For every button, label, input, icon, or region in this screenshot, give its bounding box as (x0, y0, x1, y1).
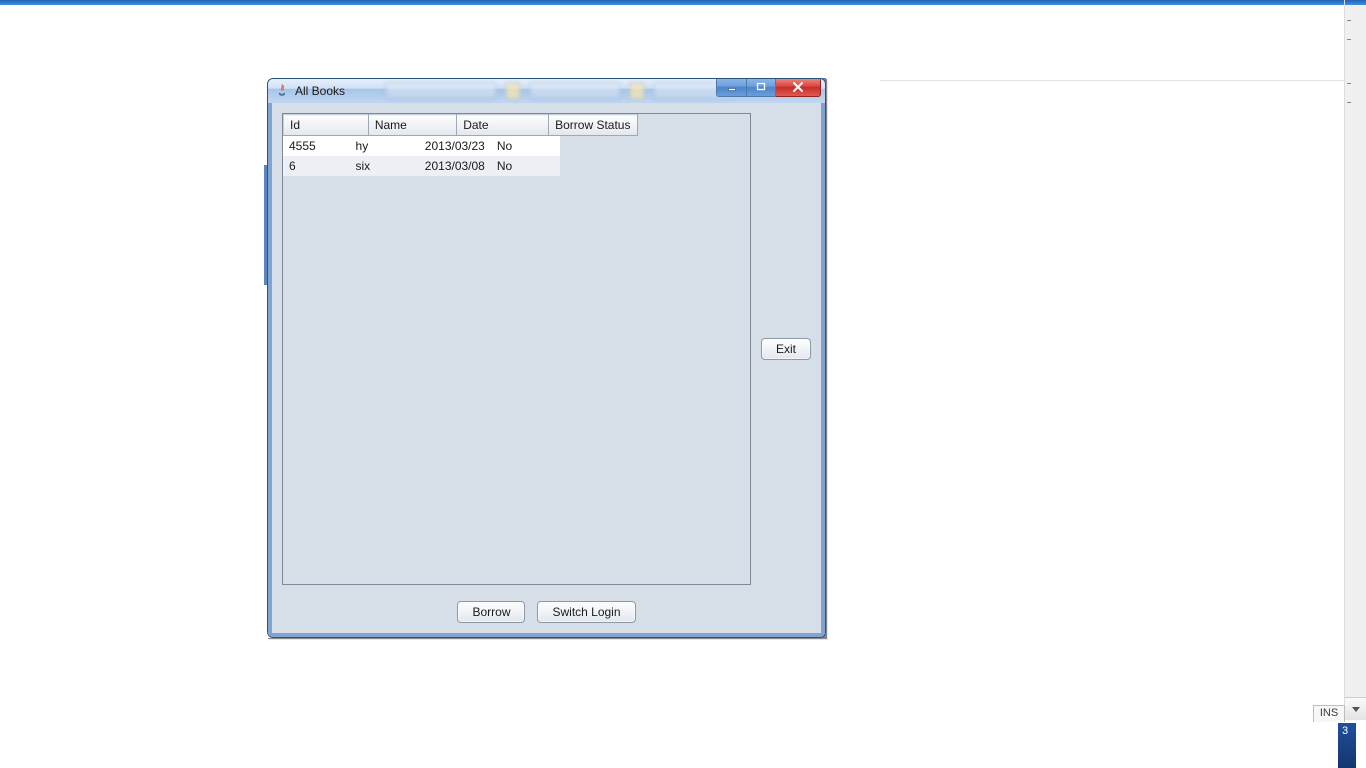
table-header-row: Id Name Date Borrow Status (284, 115, 638, 136)
taskbar-fragment: 3 (1338, 723, 1356, 768)
window-content: Id Name Date Borrow Status 4555 hy 2013/… (268, 103, 825, 637)
column-header-name[interactable]: Name (368, 115, 456, 136)
borrow-button[interactable]: Borrow (457, 601, 525, 623)
status-ins-indicator: INS (1313, 705, 1345, 722)
table-row[interactable]: 6 six 2013/03/08 No (283, 156, 560, 176)
cell-name: six (350, 156, 419, 176)
column-header-date[interactable]: Date (457, 115, 549, 136)
books-table-pane[interactable]: Id Name Date Borrow Status 4555 hy 2013/… (282, 113, 751, 585)
books-table: Id Name Date Borrow Status 4555 hy 2013/… (283, 114, 750, 176)
cell-status: No (491, 156, 560, 176)
scrollbar-top-accent (1345, 0, 1366, 5)
java-icon (274, 83, 290, 99)
column-header-id[interactable]: Id (284, 115, 369, 136)
cell-status: No (491, 136, 560, 156)
column-header-status[interactable]: Borrow Status (549, 115, 637, 136)
all-books-window: All Books (267, 78, 826, 638)
close-button[interactable] (776, 78, 821, 97)
minimize-button[interactable] (716, 78, 746, 97)
switch-login-button[interactable]: Switch Login (537, 601, 635, 623)
taskbar-digit: 3 (1342, 725, 1348, 737)
page-top-accent (0, 0, 1345, 5)
scrollbar-mark (1347, 83, 1351, 103)
cell-date: 2013/03/08 (419, 156, 491, 176)
browser-scrollbar[interactable] (1344, 0, 1366, 720)
maximize-button[interactable] (746, 78, 776, 97)
table-row[interactable]: 4555 hy 2013/03/23 No (283, 136, 560, 156)
window-title: All Books (295, 84, 345, 98)
cell-id: 6 (283, 156, 350, 176)
scroll-down-button[interactable] (1345, 697, 1366, 720)
exit-button[interactable]: Exit (761, 338, 811, 360)
cell-date: 2013/03/23 (419, 136, 491, 156)
cell-id: 4555 (283, 136, 350, 156)
window-titlebar[interactable]: All Books (268, 79, 825, 104)
window-control-buttons (716, 78, 821, 97)
scrollbar-mark (1347, 20, 1351, 40)
toolbar-divider (880, 80, 1345, 81)
cell-name: hy (350, 136, 419, 156)
